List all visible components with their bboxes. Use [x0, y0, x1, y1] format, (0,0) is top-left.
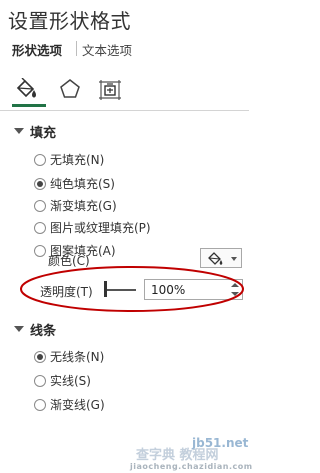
- paint-bucket-icon: [16, 78, 36, 98]
- line-section-header[interactable]: 线条: [30, 320, 56, 339]
- watermark: jb51.net 查字典 教程网 jiaocheng.chazidian.com: [130, 436, 252, 473]
- radio-label: 图片或纹理填充(P): [50, 221, 151, 235]
- paint-bucket-icon: [208, 252, 223, 265]
- radio-label: 纯色填充(S): [50, 177, 115, 191]
- transparency-value[interactable]: 100%: [151, 283, 185, 297]
- radio-button-selected[interactable]: [34, 351, 46, 363]
- color-picker-button[interactable]: [200, 248, 242, 268]
- tab-shape-options[interactable]: 形状选项: [12, 40, 62, 59]
- transparency-label: 透明度(T): [40, 285, 93, 299]
- radio-button[interactable]: [34, 200, 46, 212]
- radio-label: 渐变线(G): [50, 398, 105, 412]
- size-properties-icon: [99, 80, 121, 100]
- size-properties-tab[interactable]: [90, 70, 130, 108]
- tab-text-options[interactable]: 文本选项: [82, 40, 132, 59]
- pane-title: 设置形状格式: [8, 9, 131, 33]
- radio-button[interactable]: [34, 222, 46, 234]
- spin-up-icon[interactable]: [231, 283, 239, 287]
- fill-line-tab[interactable]: [6, 70, 46, 108]
- category-icon-row: [0, 70, 249, 110]
- collapse-line-icon[interactable]: [14, 326, 24, 332]
- transparency-slider-track[interactable]: [106, 289, 136, 291]
- radio-label: 实线(S): [50, 374, 91, 388]
- radio-button[interactable]: [34, 399, 46, 411]
- radio-label: 无填充(N): [50, 153, 105, 167]
- watermark-main: 查字典 教程网: [136, 448, 219, 463]
- radio-button-selected[interactable]: [34, 178, 46, 190]
- watermark-sub: jiaocheng.chazidian.com: [130, 462, 253, 471]
- radio-button[interactable]: [34, 375, 46, 387]
- radio-label: 渐变填充(G): [50, 199, 117, 213]
- collapse-fill-icon[interactable]: [14, 128, 24, 134]
- active-tab-underline: [12, 104, 46, 107]
- tab-divider: [0, 110, 249, 111]
- tab-separator: [76, 41, 77, 56]
- spin-down-icon[interactable]: [231, 292, 239, 296]
- chevron-down-icon: [231, 257, 237, 261]
- fill-section-header[interactable]: 填充: [30, 122, 56, 141]
- transparency-slider-thumb[interactable]: [104, 281, 107, 297]
- effects-tab[interactable]: [50, 70, 90, 108]
- pentagon-icon: [60, 79, 80, 98]
- radio-button[interactable]: [34, 154, 46, 166]
- radio-label: 无线条(N): [50, 350, 105, 364]
- radio-button[interactable]: [34, 245, 46, 257]
- color-label: 颜色(C): [48, 254, 90, 268]
- transparency-spinner[interactable]: 100%: [144, 279, 243, 300]
